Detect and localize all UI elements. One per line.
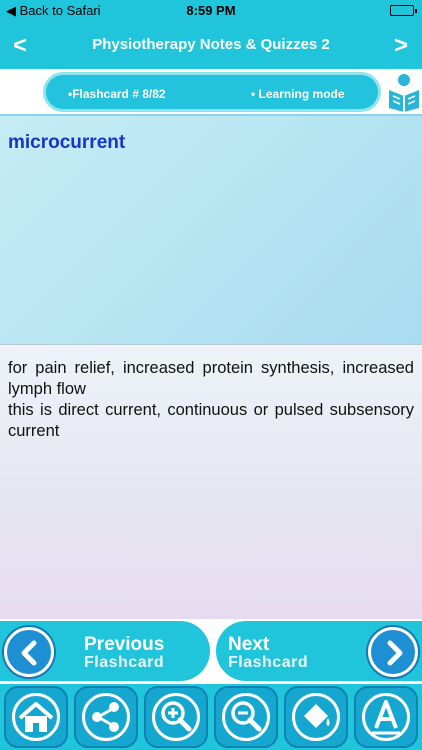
flashcard-nav-bar: Previous Flashcard Next Flashcard xyxy=(0,619,422,684)
title-bar: < Physiotherapy Notes & Quizzes 2 > xyxy=(0,22,422,69)
reader-book-icon[interactable] xyxy=(386,72,422,112)
zoom-out-button[interactable] xyxy=(214,686,278,748)
status-time: 8:59 PM xyxy=(186,3,236,18)
learning-mode-label: • Learning mode xyxy=(251,87,345,101)
theme-color-button[interactable] xyxy=(284,686,348,748)
previous-flashcard-label: Previous Flashcard xyxy=(84,634,165,671)
font-icon xyxy=(372,700,400,735)
share-button[interactable] xyxy=(74,686,138,748)
status-bar: ◀ Back to Safari 8:59 PM xyxy=(0,0,422,22)
next-flashcard-label: Next Flashcard xyxy=(228,634,309,671)
header-prev-button[interactable]: < xyxy=(5,32,35,60)
flashcard-term: microcurrent xyxy=(8,132,126,153)
info-bar: •Flashcard # 8/82 • Learning mode xyxy=(0,69,422,114)
home-icon xyxy=(18,702,54,732)
bottom-toolbar xyxy=(0,684,422,750)
flashcard-counter: •Flashcard # 8/82 xyxy=(68,87,166,101)
term-panel[interactable]: microcurrent xyxy=(0,114,422,344)
zoom-in-button[interactable] xyxy=(144,686,208,748)
paint-bucket-icon xyxy=(304,704,330,728)
previous-flashcard-button[interactable]: Previous Flashcard xyxy=(0,621,210,681)
page-title: Physiotherapy Notes & Quizzes 2 xyxy=(92,36,330,53)
definition-text-1: for pain relief, increased protein synth… xyxy=(8,359,414,398)
definition-panel[interactable]: for pain relief, increased protein synth… xyxy=(0,344,422,619)
next-flashcard-button[interactable]: Next Flashcard xyxy=(216,621,422,681)
definition-text-2: this is direct current, continuous or pu… xyxy=(8,401,414,440)
chevron-left-icon xyxy=(4,627,54,677)
flashcard-info-pill: •Flashcard # 8/82 • Learning mode xyxy=(43,72,381,112)
font-size-button[interactable] xyxy=(354,686,418,748)
home-button[interactable] xyxy=(4,686,68,748)
battery-icon xyxy=(390,5,417,16)
header-next-button[interactable]: > xyxy=(386,32,416,60)
zoom-in-icon xyxy=(161,701,192,732)
chevron-right-icon xyxy=(368,627,418,677)
share-icon xyxy=(92,702,119,732)
zoom-out-icon xyxy=(231,701,262,732)
